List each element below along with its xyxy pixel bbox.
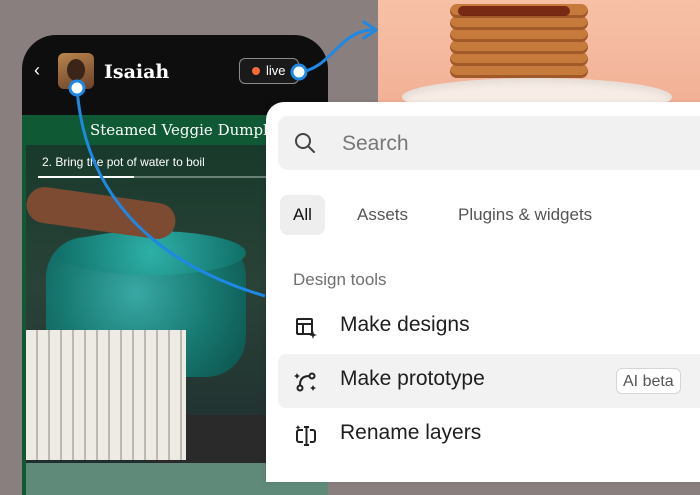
menu-item-label: Make designs (340, 313, 470, 336)
plate (402, 78, 672, 102)
menu-item-label: Make prototype (340, 367, 485, 390)
pancake-layer (450, 64, 588, 78)
menu-item-label: Rename layers (340, 421, 482, 444)
menu-item-make-designs[interactable]: Make designs (278, 300, 700, 354)
tab-all[interactable]: All (280, 195, 325, 235)
ai-beta-badge: AI beta (616, 368, 681, 394)
rename-layers-icon (295, 425, 316, 446)
search-bar[interactable] (278, 116, 700, 170)
avatar[interactable] (58, 53, 94, 89)
menu-item-make-prototype[interactable]: Make prototype AI beta (278, 354, 700, 408)
back-chevron-icon[interactable]: ‹ (34, 61, 40, 79)
step-progress-fill (38, 176, 134, 178)
pancake-photo (378, 0, 700, 102)
towel (26, 330, 186, 460)
live-label: live (266, 63, 286, 78)
syrup-drizzle (458, 6, 570, 16)
live-badge[interactable]: live (239, 58, 299, 84)
make-designs-icon (296, 318, 317, 339)
step-progress-bar (38, 176, 278, 178)
search-panel: All Assets Plugins & widgets Design tool… (266, 102, 700, 482)
pancake-layer (450, 28, 588, 42)
tab-assets[interactable]: Assets (357, 195, 408, 235)
pancake-layer (450, 40, 588, 54)
arrow-head-icon (362, 20, 378, 40)
pancake-layer (450, 52, 588, 66)
make-prototype-icon (294, 372, 316, 392)
live-dot-icon (252, 67, 260, 75)
step-text: 2. Bring the pot of water to boil (42, 155, 205, 169)
menu-item-rename-layers[interactable]: Rename layers (278, 408, 700, 462)
arm (26, 184, 178, 242)
tab-plugins-widgets[interactable]: Plugins & widgets (458, 195, 592, 235)
search-icon (295, 133, 315, 153)
user-name: Isaiah (104, 61, 170, 83)
section-heading-design-tools: Design tools (293, 270, 387, 289)
pancake-layer (450, 16, 588, 30)
search-input[interactable] (340, 126, 674, 162)
